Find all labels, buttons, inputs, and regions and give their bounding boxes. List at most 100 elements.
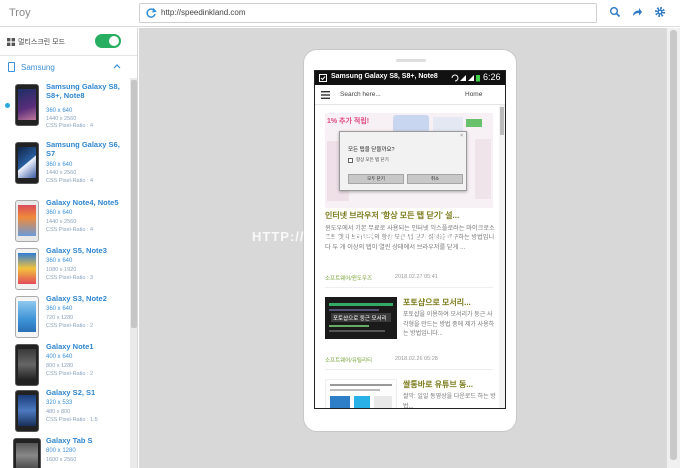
device-name: Galaxy Tab S [46, 436, 93, 445]
device-item[interactable]: Galaxy S5, Note3 360 x 640 1080 x 1920 C… [0, 246, 130, 294]
device-item[interactable]: Galaxy S3, Note2 360 x 640 720 x 1280 CS… [0, 294, 130, 342]
device-sidebar: 멀티스크린 모드 Samsung Samsung Galaxy S8, S8+,… [0, 28, 138, 468]
device-pixel-ratio: CSS Pixel-Ratio : 4 [46, 123, 94, 129]
article-title[interactable]: 포토샵으로 모서리... [403, 297, 495, 308]
address-bar[interactable]: http://speedinkland.com [139, 3, 597, 23]
device-css-size: 360 x 640 [46, 306, 73, 312]
phone-speaker [396, 59, 426, 62]
site-header: Search here... Home [315, 85, 505, 105]
device-name: Samsung Galaxy S6, S7 [46, 140, 120, 158]
divider [325, 287, 493, 288]
device-thumbnail [13, 438, 41, 468]
reload-icon[interactable] [145, 7, 157, 19]
status-bar: Samsung Galaxy S8, S8+, Note8 6:26 [315, 71, 505, 85]
device-thumbnail [15, 390, 39, 432]
article-title[interactable]: 쌀통바로 유튜브 동... [403, 379, 495, 390]
multiscreen-mode-label: 멀티스크린 모드 [18, 39, 66, 46]
device-resolution: 1600 x 2560 [46, 457, 77, 463]
device-css-size: 320 x 533 [46, 400, 73, 406]
device-thumbnail [15, 248, 39, 290]
device-resolution: 1440 x 2560 [46, 170, 77, 176]
hamburger-menu-icon[interactable] [321, 91, 330, 99]
device-resolution: 800 x 1280 [46, 363, 74, 369]
article-date: 2018.02.27 05:41 [395, 274, 438, 280]
thumbnail-caption: 포토샵으로 둥근 모서리 [333, 316, 387, 322]
device-css-size: 360 x 640 [46, 108, 73, 114]
device-name: Galaxy S5, Note3 [46, 246, 107, 255]
article-thumbnail[interactable]: 포토샵으로 둥근 모서리 [325, 297, 397, 339]
device-item[interactable]: Samsung Galaxy S6, S7 360 x 640 1440 x 2… [0, 140, 130, 188]
divider [325, 369, 493, 370]
device-thumbnail [15, 84, 39, 126]
device-resolution: 1440 x 2560 [46, 219, 77, 225]
group-label: Samsung [21, 63, 55, 72]
device-thumbnail [15, 142, 39, 184]
device-item[interactable]: Galaxy S2, S1 320 x 533 480 x 800 CSS Pi… [0, 388, 130, 436]
dialog-question: 모든 탭을 닫을까요? [348, 147, 395, 153]
share-icon[interactable] [631, 6, 643, 18]
device-pixel-ratio: CSS Pixel-Ratio : 4 [46, 227, 94, 233]
device-name: Galaxy Note1 [46, 342, 94, 351]
device-resolution: 1080 x 1920 [46, 267, 77, 273]
device-resolution: 480 x 800 [46, 409, 71, 415]
device-thumbnail [15, 200, 39, 242]
device-name: Galaxy Note4, Note5 [46, 198, 119, 207]
top-bar: Troy http://speedinkland.com [0, 0, 680, 27]
device-pixel-ratio: CSS Pixel-Ratio : 2 [46, 323, 94, 329]
watermark: HTTP://SPEEDINKLAND.COM [252, 229, 457, 244]
status-time: 6:26 [483, 72, 501, 82]
multiscreen-toggle[interactable] [95, 34, 121, 48]
system-status-icons [451, 74, 480, 82]
url-text[interactable]: http://speedinkland.com [161, 8, 246, 17]
device-item[interactable]: Galaxy Note1 400 x 640 800 x 1280 CSS Pi… [0, 342, 130, 390]
article-date: 2018.02.26 05:28 [395, 356, 438, 362]
ad-text: 1% 추가 적립! [327, 118, 370, 125]
close-tabs-dialog: × 모든 탭을 닫을까요? 항상 모든 탭 닫기 모두 닫기 취소 [339, 131, 467, 191]
article-category[interactable]: 소프트웨어/윈도우즈 [325, 274, 372, 282]
device-css-size: 360 x 640 [46, 162, 73, 168]
dialog-close-button[interactable]: × [460, 133, 463, 139]
device-name: Galaxy S3, Note2 [46, 294, 107, 303]
article-thumbnail[interactable] [325, 379, 397, 408]
samsung-group-header[interactable]: Samsung [0, 56, 130, 78]
phone-icon [8, 62, 15, 72]
search-icon[interactable] [609, 6, 621, 18]
device-resolution: 1440 x 2560 [46, 116, 77, 122]
device-pixel-ratio: CSS Pixel-Ratio : 1.5 [46, 417, 98, 423]
sidebar-scrollbar[interactable] [130, 78, 137, 468]
multiscreen-mode-row: 멀티스크린 모드 [0, 28, 137, 56]
device-item[interactable]: Samsung Galaxy S8, S8+, Note8 360 x 640 … [0, 82, 130, 130]
device-name: Samsung Galaxy S8, S8+, Note8 [46, 82, 120, 100]
device-css-size: 400 x 640 [46, 354, 73, 360]
always-close-checkbox[interactable] [348, 158, 353, 163]
status-device-title: Samsung Galaxy S8, S8+, Note8 [331, 73, 438, 80]
device-item[interactable]: Galaxy Note4, Note5 360 x 640 1440 x 256… [0, 198, 130, 246]
device-css-size: 360 x 640 [46, 258, 73, 264]
chevron-up-icon[interactable] [113, 63, 121, 69]
device-thumbnail [15, 344, 39, 386]
selected-indicator [5, 103, 10, 108]
article-category[interactable]: 소프트웨어/유틸리티 [325, 356, 372, 364]
device-css-size: 360 x 640 [46, 210, 73, 216]
device-resolution: 720 x 1280 [46, 315, 74, 321]
device-pixel-ratio: CSS Pixel-Ratio : 3 [46, 275, 94, 281]
device-item[interactable]: Galaxy Tab S 800 x 1280 1600 x 2560 [0, 436, 130, 468]
main-scrollbar[interactable] [666, 28, 680, 468]
device-name: Galaxy S2, S1 [46, 388, 96, 397]
article-excerpt: 쌀악: 일일 동영상을 다운로드 하는 방법... [403, 394, 496, 409]
article-title[interactable]: 인터넷 브라우저 '항상 모든 탭 닫기' 설... [325, 211, 495, 221]
always-close-label: 항상 모든 탭 닫기 [356, 157, 389, 162]
cancel-button[interactable]: 취소 [407, 174, 463, 184]
device-thumbnail [15, 296, 39, 338]
notification-icon [319, 74, 327, 82]
home-link[interactable]: Home [465, 91, 482, 98]
grid-icon [7, 38, 15, 46]
device-pixel-ratio: CSS Pixel-Ratio : 4 [46, 178, 94, 184]
page-scrollbar[interactable] [499, 105, 505, 408]
device-pixel-ratio: CSS Pixel-Ratio : 2 [46, 371, 94, 377]
site-search-input[interactable]: Search here... [340, 91, 381, 98]
close-all-button[interactable]: 모두 닫기 [348, 174, 404, 184]
device-css-size: 800 x 1280 [46, 448, 76, 454]
app-title: Troy [9, 7, 31, 19]
gear-icon[interactable] [654, 6, 666, 18]
